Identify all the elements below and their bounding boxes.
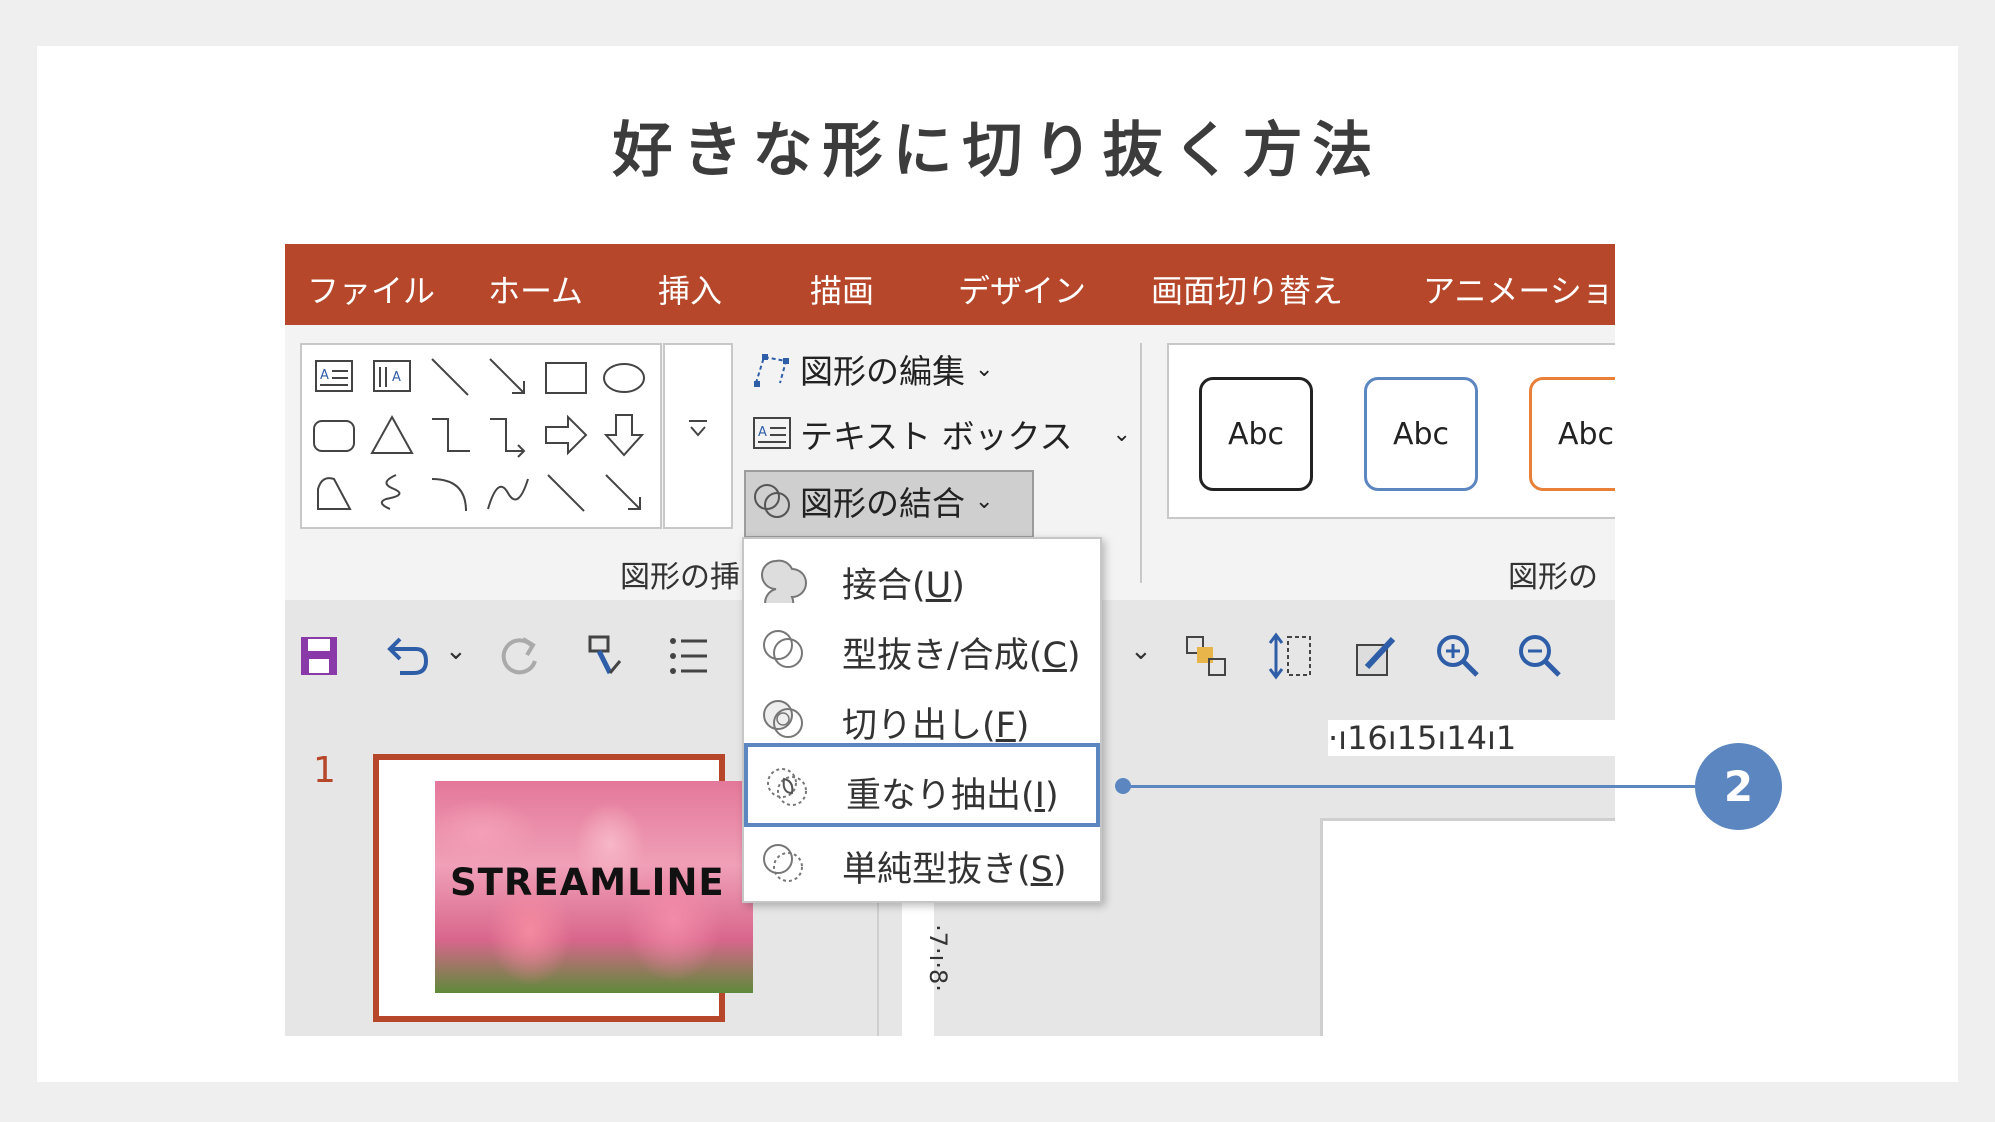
vertical-ruler-labels: ·7·ı·8· <box>923 924 952 992</box>
menu-item-label: 接合(U) <box>842 566 965 606</box>
shape-styles-group-label: 図形の <box>1508 560 1598 595</box>
chevron-down-icon: ⌄ <box>975 356 994 382</box>
svg-text:A: A <box>758 425 767 440</box>
arrow-line-shape-icon[interactable] <box>484 353 532 401</box>
menu-item-label: 単純型抜き(S) <box>842 850 1067 890</box>
align-distribute-icon[interactable] <box>1266 631 1316 681</box>
slide-number: 1 <box>313 750 336 791</box>
tab-file[interactable]: ファイル <box>307 266 435 312</box>
menu-item-combine[interactable]: 型抜き/合成(C) <box>744 613 1100 683</box>
shape-style-black[interactable]: Abc <box>1199 377 1313 491</box>
insert-shapes-group-label: 図形の挿 <box>620 560 740 595</box>
svg-text:A: A <box>320 368 329 383</box>
triangle-shape-icon[interactable] <box>368 411 416 459</box>
menu-item-label: 重なり抽出(I) <box>846 776 1059 816</box>
line-shape-icon[interactable] <box>426 353 474 401</box>
elbow-connector-shape-icon[interactable] <box>426 411 474 459</box>
subtract-icon <box>763 844 803 882</box>
arc-shape-icon[interactable] <box>426 469 474 517</box>
step-number-badge: 2 <box>1695 743 1782 830</box>
arrow-line-shape-icon[interactable] <box>600 469 648 517</box>
edit-shape-icon <box>754 354 789 387</box>
tab-insert[interactable]: 挿入 <box>658 266 722 312</box>
down-arrow-shape-icon[interactable] <box>600 411 648 459</box>
page-title: 好きな形に切り抜く方法 <box>612 116 1383 186</box>
chevron-down-icon: ⌄ <box>1112 421 1131 447</box>
text-box-shape-icon[interactable]: A <box>310 353 358 401</box>
shapes-gallery[interactable]: A A <box>300 343 662 529</box>
bullets-icon[interactable] <box>665 631 715 681</box>
menu-item-union[interactable]: 接合(U) <box>744 543 1100 613</box>
shape-style-orange[interactable]: Abc <box>1529 377 1615 491</box>
line-shape-icon[interactable] <box>542 469 590 517</box>
merge-shapes-label: 図形の結合 <box>800 484 965 523</box>
format-painter-icon[interactable] <box>580 631 630 681</box>
dropdown-icon[interactable]: ⌄ <box>1130 636 1152 666</box>
undo-dropdown-icon[interactable]: ⌄ <box>445 636 467 666</box>
rounded-rectangle-shape-icon[interactable] <box>310 411 358 459</box>
text-box-label: テキスト ボックス <box>800 417 1073 456</box>
elbow-arrow-connector-shape-icon[interactable] <box>484 411 532 459</box>
vertical-text-box-shape-icon[interactable]: A <box>368 353 416 401</box>
text-box-button[interactable]: A テキスト ボックス ⌄ <box>750 410 1131 458</box>
slide-canvas[interactable] <box>1320 818 1615 1036</box>
merge-shapes-button[interactable]: 図形の結合 ⌄ <box>750 477 993 525</box>
edit-shape-label: 図形の編集 <box>800 352 965 391</box>
shape-style-blue[interactable]: Abc <box>1364 377 1478 491</box>
edit-image-icon[interactable] <box>1351 631 1401 681</box>
vertical-ruler: ·7·ı·8· <box>902 894 952 1036</box>
redo-icon <box>501 637 537 675</box>
menu-item-label: 切り出し(F) <box>842 706 1030 746</box>
curve-shape-icon[interactable] <box>484 469 532 517</box>
ribbon-tab-bar: ファイル ホーム 挿入 描画 デザイン 画面切り替え アニメーション <box>285 244 1615 325</box>
zoom-out-icon[interactable] <box>1515 631 1565 681</box>
tab-animations[interactable]: アニメーション <box>1423 266 1615 312</box>
oval-shape-icon[interactable] <box>600 353 648 401</box>
undo-icon[interactable] <box>380 631 430 681</box>
merge-shapes-menu: 接合(U) 型抜き/合成(C) 切り出し(F) 重なり抽出(I) 単純型抜き(S… <box>742 537 1102 903</box>
freeform-shape-icon[interactable] <box>310 469 358 517</box>
zoom-in-icon[interactable] <box>1433 631 1483 681</box>
intersect-icon <box>767 768 807 806</box>
group-separator <box>1140 343 1142 583</box>
right-arrow-shape-icon[interactable] <box>542 411 590 459</box>
text-box-icon: A <box>753 417 791 449</box>
arrange-icon[interactable] <box>1181 631 1231 681</box>
gallery-more-button[interactable] <box>663 343 733 529</box>
fragment-icon <box>763 700 803 738</box>
tab-draw[interactable]: 描画 <box>810 266 874 312</box>
scribble-shape-icon[interactable] <box>368 469 416 517</box>
save-icon[interactable] <box>295 631 345 681</box>
merge-shapes-icon <box>754 484 790 518</box>
svg-text:A: A <box>392 370 401 385</box>
rectangle-shape-icon[interactable] <box>542 353 590 401</box>
chevron-down-icon: ⌄ <box>975 488 994 514</box>
callout-line <box>1123 785 1698 788</box>
more-arrow-icon <box>689 420 707 437</box>
horizontal-ruler: ·ı16ı15ı14ı1 <box>1328 720 1615 756</box>
tab-transitions[interactable]: 画面切り替え <box>1151 266 1343 312</box>
union-icon <box>761 559 807 603</box>
edit-shape-button[interactable]: 図形の編集 ⌄ <box>750 345 993 393</box>
tab-design[interactable]: デザイン <box>958 266 1086 312</box>
menu-item-subtract[interactable]: 単純型抜き(S) <box>744 827 1100 897</box>
menu-item-label: 型抜き/合成(C) <box>842 636 1081 676</box>
combine-icon <box>763 630 803 668</box>
menu-item-intersect[interactable]: 重なり抽出(I) <box>744 743 1100 827</box>
tab-home[interactable]: ホーム <box>488 266 583 312</box>
thumbnail-text: STREAMLINE <box>450 861 725 904</box>
